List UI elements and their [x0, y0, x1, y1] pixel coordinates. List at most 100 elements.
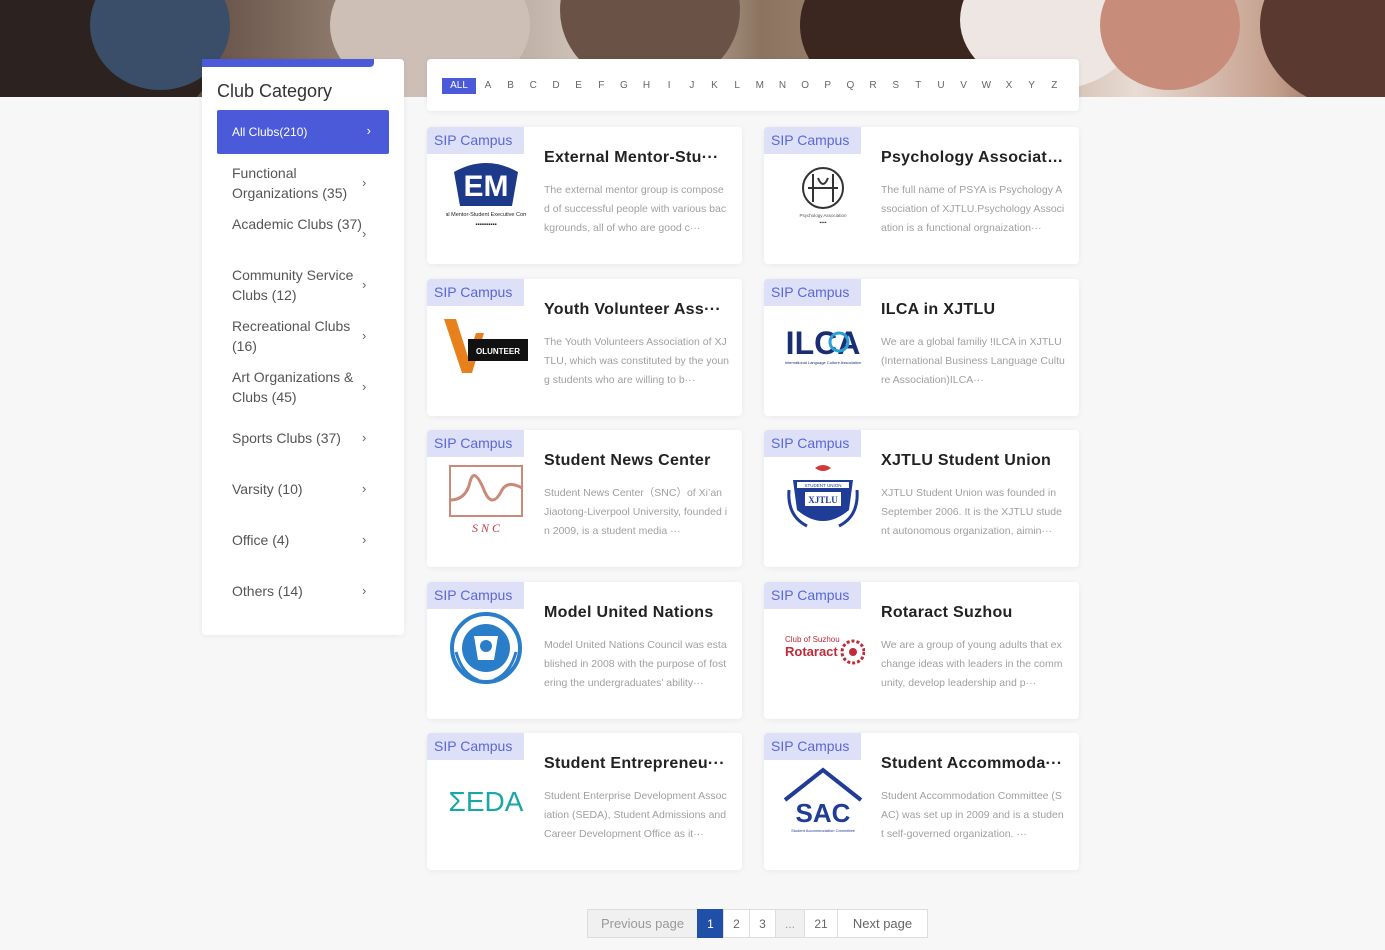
- category-community-service-clubs[interactable]: Community Service Clubs (12) ›: [232, 265, 372, 305]
- alphabet-letter-a[interactable]: A: [481, 80, 495, 91]
- chevron-right-icon: ›: [366, 123, 371, 138]
- category-varsity[interactable]: Varsity (10) ›: [232, 479, 372, 499]
- club-title[interactable]: Student Entrepreneu···: [544, 755, 729, 773]
- sidebar-title: Club Category: [217, 81, 333, 101]
- campus-tag: SIP Campus: [427, 127, 524, 154]
- svg-text:External Mentor-Student Execut: External Mentor-Student Executive Commit…: [446, 212, 526, 218]
- page-button-last[interactable]: 21: [804, 909, 838, 938]
- sac-logo-icon: SAC Student Accommodation Committee: [778, 761, 868, 841]
- campus-tag: SIP Campus: [764, 582, 861, 609]
- chevron-right-icon: ›: [362, 379, 367, 394]
- alphabet-letter-e[interactable]: E: [572, 80, 586, 91]
- alphabet-letter-x[interactable]: X: [1002, 80, 1016, 91]
- snc-logo-icon: S N C: [441, 458, 531, 538]
- club-title[interactable]: Student Accommoda···: [881, 755, 1066, 773]
- alphabet-letter-l[interactable]: L: [730, 80, 744, 91]
- alphabet-letter-t[interactable]: T: [911, 80, 925, 91]
- alphabet-letter-z[interactable]: Z: [1047, 80, 1061, 91]
- chevron-right-icon: ›: [362, 481, 367, 496]
- alphabet-letter-f[interactable]: F: [594, 80, 608, 91]
- club-title[interactable]: XJTLU Student Union: [881, 452, 1066, 470]
- alphabet-letter-r[interactable]: R: [866, 80, 880, 91]
- alphabet-letter-v[interactable]: V: [957, 80, 971, 91]
- svg-text:OLUNTEER: OLUNTEER: [476, 347, 520, 356]
- psya-logo-icon: Psychology Association ▪▪▪▪: [778, 155, 868, 235]
- alphabet-letter-u[interactable]: U: [934, 80, 948, 91]
- page-ellipsis: ...: [775, 909, 805, 938]
- club-description: We are a group of young adults that exch…: [881, 639, 1063, 689]
- sidebar-accent-bar: [202, 59, 374, 67]
- club-card[interactable]: SIP Campus S N C Student News Center Studen…: [427, 430, 742, 567]
- alphabet-letter-j[interactable]: J: [685, 80, 699, 91]
- rotaract-logo-icon: Club of Suzhou Rotaract: [778, 610, 868, 690]
- alphabet-filter: ALL ABCDEFGHIJKLMNOPQRSTUVWXYZ: [427, 59, 1079, 111]
- club-card[interactable]: SIP Campus ΣEDA Student Entrepreneu··· Stud…: [427, 733, 742, 870]
- previous-page-button[interactable]: Previous page: [587, 909, 698, 938]
- category-recreational-clubs[interactable]: Recreational Clubs (16) ›: [232, 316, 372, 356]
- club-card[interactable]: SIP Campus Psychology Association ▪▪▪▪ Psyc…: [764, 127, 1079, 264]
- club-description: Student News Center（SNC）of Xi’an Jiaoton…: [544, 487, 728, 537]
- alphabet-letter-g[interactable]: G: [617, 80, 631, 91]
- club-title[interactable]: ILCA in XJTLU: [881, 301, 1066, 319]
- club-description: Student Accommodation Committee (SAC) wa…: [881, 790, 1064, 840]
- alphabet-letter-p[interactable]: P: [821, 80, 835, 91]
- svg-text:XJTLU: XJTLU: [808, 495, 838, 505]
- svg-text:▪▪▪▪▪▪▪▪▪▪: ▪▪▪▪▪▪▪▪▪▪: [475, 222, 496, 228]
- club-card[interactable]: SIP Campus EM External Mentor-Student Exec…: [427, 127, 742, 264]
- category-others[interactable]: Others (14) ›: [232, 581, 372, 601]
- club-card[interactable]: SIP Campus Club of Suzhou Rotaract Rotaract…: [764, 582, 1079, 719]
- page-button-current[interactable]: 1: [697, 909, 724, 938]
- campus-tag: SIP Campus: [427, 279, 524, 306]
- club-title[interactable]: Student News Center: [544, 452, 729, 470]
- alphabet-all[interactable]: ALL: [442, 78, 476, 94]
- chevron-right-icon: ›: [362, 328, 367, 343]
- category-academic-clubs[interactable]: Academic Clubs (37) ›: [232, 214, 372, 241]
- club-title[interactable]: Psychology Associati···: [881, 149, 1066, 167]
- alphabet-letter-h[interactable]: H: [640, 80, 654, 91]
- alphabet-letter-y[interactable]: Y: [1025, 80, 1039, 91]
- category-office[interactable]: Office (4) ›: [232, 530, 372, 550]
- category-label: Community Service Clubs (12): [232, 267, 354, 303]
- club-title[interactable]: Youth Volunteer Ass···: [544, 301, 729, 319]
- alphabet-letter-i[interactable]: I: [662, 80, 676, 91]
- alphabet-letter-m[interactable]: M: [753, 80, 767, 91]
- page-button[interactable]: 3: [749, 909, 776, 938]
- alphabet-letter-d[interactable]: D: [549, 80, 563, 91]
- club-card[interactable]: SIP Campus ILCA International Language Cul…: [764, 279, 1079, 416]
- campus-tag: SIP Campus: [764, 279, 861, 306]
- alphabet-letter-n[interactable]: N: [775, 80, 789, 91]
- category-sports-clubs[interactable]: Sports Clubs (37) ›: [232, 428, 372, 448]
- alphabet-letter-c[interactable]: C: [526, 80, 540, 91]
- category-label: Art Organizations & Clubs (45): [232, 369, 354, 405]
- category-functional-organizations[interactable]: Functional Organizations (35) ›: [232, 163, 372, 203]
- category-label: Varsity (10): [232, 481, 303, 497]
- category-label: All Clubs(210): [232, 125, 308, 139]
- club-card[interactable]: SIP Campus Model United Nations Model Unit…: [427, 582, 742, 719]
- club-card[interactable]: SIP Campus OLUNTEER Youth Volunteer Ass···…: [427, 279, 742, 416]
- alphabet-letter-q[interactable]: Q: [843, 80, 857, 91]
- category-label: Recreational Clubs (16): [232, 318, 351, 354]
- seda-logo-icon: ΣEDA: [441, 761, 531, 841]
- chevron-right-icon: ›: [362, 277, 367, 292]
- category-all-clubs[interactable]: All Clubs(210) ›: [217, 110, 389, 154]
- alphabet-letter-s[interactable]: S: [889, 80, 903, 91]
- club-card[interactable]: SIP Campus SAC Student Accommodation Commi…: [764, 733, 1079, 870]
- alphabet-letter-w[interactable]: W: [979, 80, 993, 91]
- club-title[interactable]: Rotaract Suzhou: [881, 604, 1066, 622]
- page-button[interactable]: 2: [723, 909, 750, 938]
- category-label: Functional Organizations (35): [232, 165, 348, 201]
- club-card[interactable]: SIP Campus STUDENT UNION XJTLU XJTLU Studen…: [764, 430, 1079, 567]
- union-logo-icon: STUDENT UNION XJTLU: [778, 458, 868, 538]
- club-title[interactable]: External Mentor-Stu···: [544, 149, 729, 167]
- next-page-button[interactable]: Next page: [837, 909, 928, 938]
- category-label: Office (4): [232, 532, 290, 548]
- campus-tag: SIP Campus: [764, 127, 861, 154]
- campus-tag: SIP Campus: [427, 733, 524, 760]
- club-title[interactable]: Model United Nations: [544, 604, 729, 622]
- alphabet-letter-o[interactable]: O: [798, 80, 812, 91]
- svg-text:EM: EM: [464, 170, 509, 203]
- alphabet-letter-k[interactable]: K: [708, 80, 722, 91]
- alphabet-letter-b[interactable]: B: [504, 80, 518, 91]
- ilca-logo-icon: ILCA International Language Culture Assoc…: [778, 307, 868, 387]
- category-art-organizations-clubs[interactable]: Art Organizations & Clubs (45) ›: [232, 367, 372, 407]
